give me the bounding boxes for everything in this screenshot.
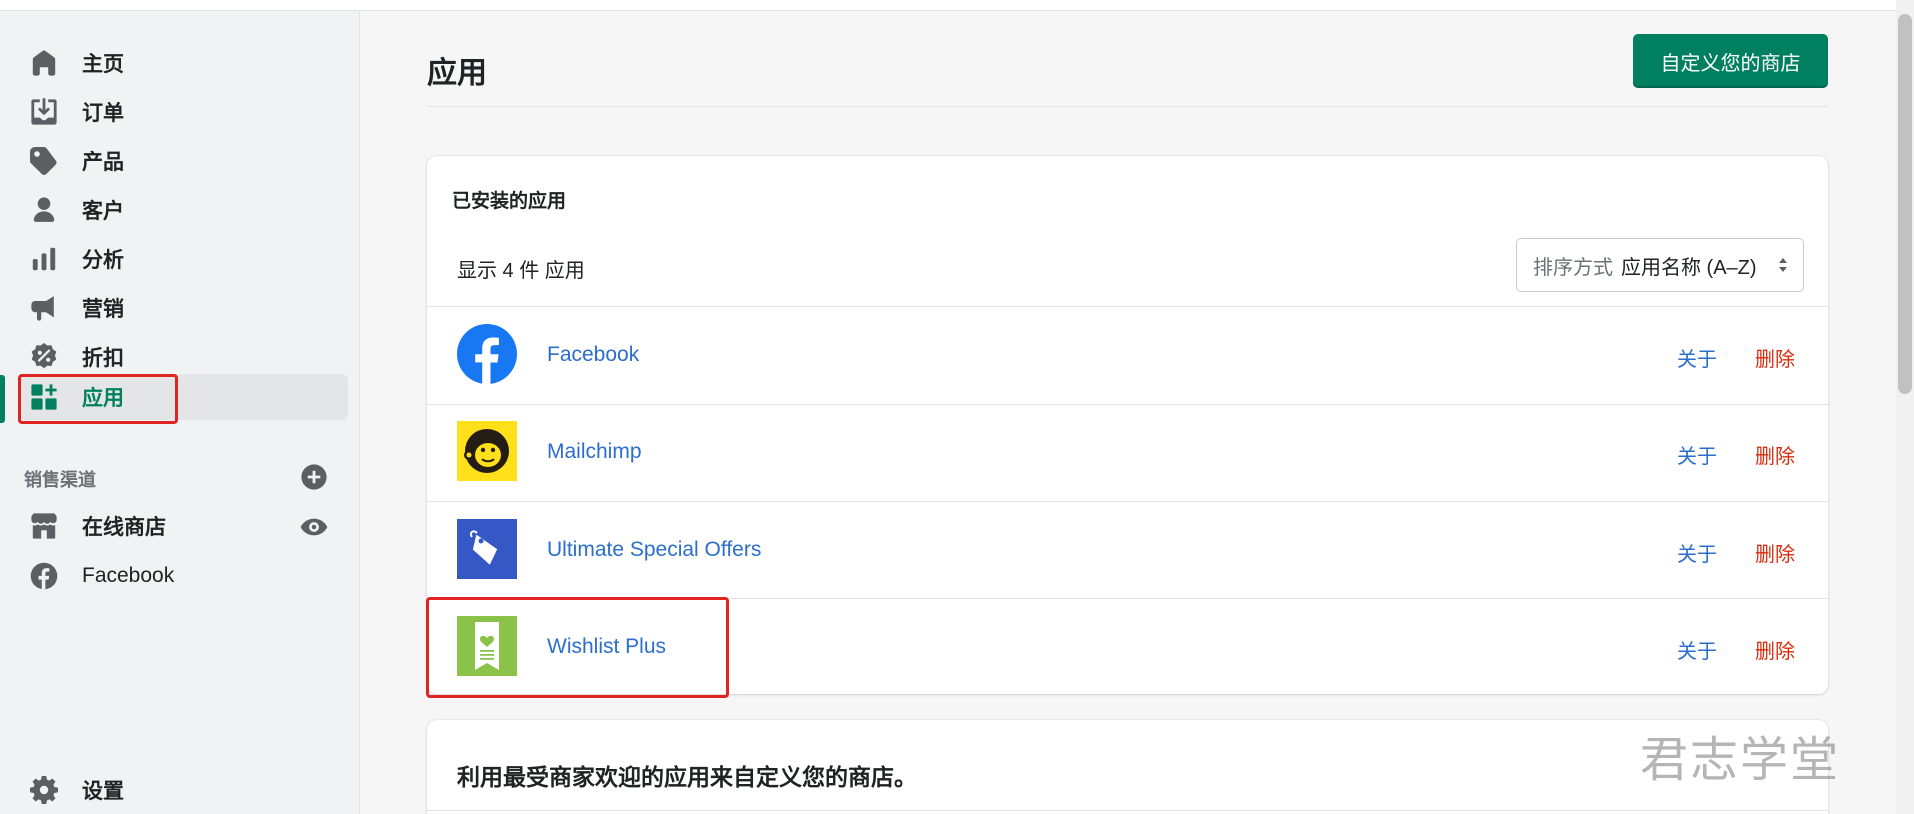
sidebar-item-apps[interactable]: 应用	[18, 374, 348, 420]
sidebar-item-label: 产品	[82, 151, 124, 174]
active-indicator	[0, 375, 5, 423]
about-link[interactable]: 关于	[1677, 343, 1717, 372]
person-icon	[28, 194, 60, 226]
about-link[interactable]: 关于	[1677, 635, 1717, 664]
app-row: Facebook 关于 删除	[427, 307, 1828, 404]
watermark: 君志学堂	[1640, 732, 1841, 788]
app-name-link[interactable]: Ultimate Special Offers	[547, 538, 761, 562]
sidebar-item-label: Facebook	[82, 564, 175, 587]
home-icon	[28, 47, 60, 79]
mailchimp-logo	[457, 421, 517, 481]
app-row: Mailchimp 关于 删除	[427, 404, 1828, 501]
installed-apps-title: 已安装的应用	[452, 191, 567, 212]
store-icon	[28, 510, 60, 542]
bar-chart-icon	[28, 243, 60, 275]
megaphone-icon	[28, 292, 60, 324]
eye-icon[interactable]	[300, 513, 328, 541]
page-title: 应用	[427, 57, 487, 90]
discount-icon	[28, 341, 60, 373]
facebook-logo	[457, 324, 517, 384]
sales-channels-title: 销售渠道	[24, 470, 96, 490]
divider	[427, 810, 1828, 811]
sidebar-item-online-store[interactable]: 在线商店	[18, 503, 348, 549]
apps-count-text: 显示 4 件 应用	[457, 260, 585, 282]
apps-icon	[28, 381, 60, 413]
recommended-apps-card: 利用最受商家欢迎的应用来自定义您的商店。	[427, 720, 1828, 814]
customize-store-button[interactable]: 自定义您的商店	[1633, 34, 1828, 88]
tag-logo	[457, 519, 517, 579]
sidebar-item-products[interactable]: 产品	[18, 138, 348, 184]
delete-link[interactable]: 删除	[1755, 440, 1795, 469]
sidebar: 主页 订单 产品 客户 分析 营销 折扣 应用 销售渠道 在线商店 Facebo…	[0, 11, 360, 814]
installed-apps-card: 已安装的应用 显示 4 件 应用 排序方式 应用名称 (A–Z) Faceboo…	[427, 156, 1828, 694]
sidebar-item-label: 应用	[82, 387, 124, 410]
sidebar-item-customers[interactable]: 客户	[18, 187, 348, 233]
sidebar-item-label: 订单	[82, 102, 124, 125]
sidebar-item-home[interactable]: 主页	[18, 40, 348, 86]
scrollbar-thumb[interactable]	[1898, 14, 1912, 394]
orders-icon	[28, 96, 60, 128]
sort-value: 应用名称 (A–Z)	[1621, 256, 1757, 279]
delete-link[interactable]: 删除	[1755, 343, 1795, 372]
title-divider	[427, 106, 1828, 107]
app-row: Wishlist Plus 关于 删除	[427, 599, 1828, 696]
top-bar	[0, 0, 1914, 11]
sidebar-item-label: 营销	[82, 298, 124, 321]
facebook-icon	[28, 560, 60, 592]
sidebar-item-analytics[interactable]: 分析	[18, 236, 348, 282]
select-arrows-icon	[1779, 258, 1787, 272]
recommended-apps-title: 利用最受商家欢迎的应用来自定义您的商店。	[457, 764, 917, 790]
sidebar-item-label: 主页	[82, 53, 124, 76]
wishlist-logo	[457, 616, 517, 676]
sidebar-item-label: 客户	[82, 200, 124, 223]
about-link[interactable]: 关于	[1677, 440, 1717, 469]
app-row: Ultimate Special Offers 关于 删除	[427, 502, 1828, 599]
add-channel-icon[interactable]	[300, 463, 328, 491]
sidebar-item-label: 设置	[82, 780, 124, 803]
app-name-link[interactable]: Wishlist Plus	[547, 635, 666, 659]
sidebar-item-marketing[interactable]: 营销	[18, 285, 348, 331]
delete-link[interactable]: 删除	[1755, 538, 1795, 567]
tag-icon	[28, 145, 60, 177]
sidebar-item-label: 分析	[82, 249, 124, 272]
sidebar-item-settings[interactable]: 设置	[18, 767, 348, 813]
delete-link[interactable]: 删除	[1755, 635, 1795, 664]
app-name-link[interactable]: Facebook	[547, 343, 639, 367]
sort-prefix: 排序方式	[1533, 256, 1613, 279]
gear-icon	[28, 774, 60, 806]
sidebar-item-label: 折扣	[82, 347, 124, 370]
sidebar-item-label: 在线商店	[82, 516, 166, 539]
about-link[interactable]: 关于	[1677, 538, 1717, 567]
sidebar-item-orders[interactable]: 订单	[18, 89, 348, 135]
sort-select[interactable]: 排序方式 应用名称 (A–Z)	[1516, 238, 1804, 292]
app-name-link[interactable]: Mailchimp	[547, 440, 642, 464]
sidebar-item-facebook[interactable]: Facebook	[18, 553, 348, 599]
